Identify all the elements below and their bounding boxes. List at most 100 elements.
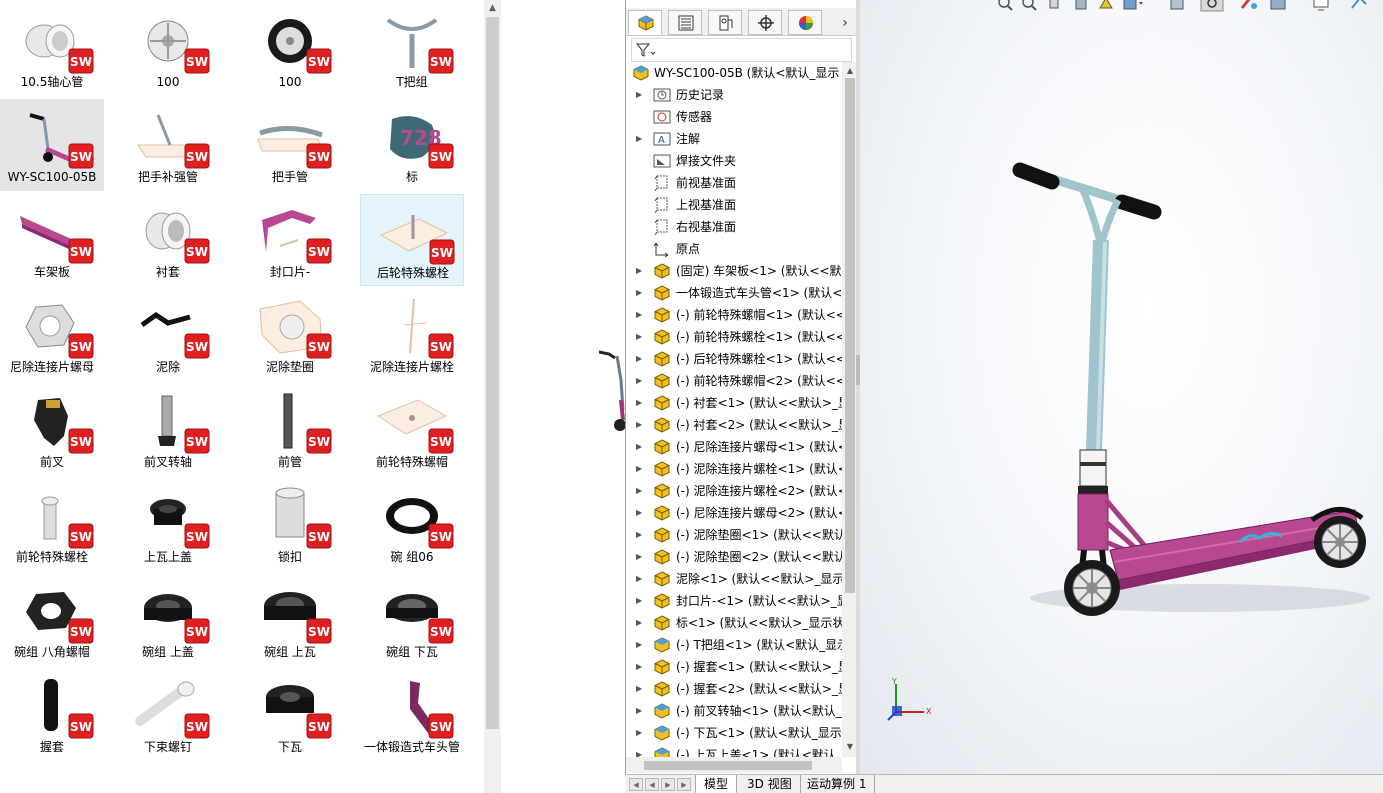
expand-arrow-icon[interactable]: ▶ — [636, 546, 646, 568]
tree-node[interactable]: ▶ (-) 衬套<1> (默认<<默认>_显 — [626, 392, 842, 414]
file-tile[interactable]: SW 封口片- — [238, 194, 342, 286]
scroll-up-icon[interactable]: ▲ — [484, 0, 501, 17]
file-tile[interactable]: SW 把手管 — [238, 99, 342, 191]
tree-node[interactable]: ▶ 历史记录 — [626, 84, 842, 106]
chevron-right-icon[interactable]: › — [836, 14, 854, 32]
previous-view-icon[interactable] — [1049, 0, 1059, 9]
file-tile[interactable]: SW 后轮特殊螺栓 — [360, 194, 464, 286]
expand-arrow-icon[interactable]: ▶ — [636, 304, 646, 326]
file-tile[interactable]: SW 把手补强管 — [116, 99, 220, 191]
file-tile[interactable]: SW 前叉转轴 — [116, 384, 220, 476]
file-tile[interactable]: SW 10.5轴心管 — [0, 4, 104, 96]
right-grip[interactable] — [1114, 194, 1162, 220]
hide-show-items-icon[interactable] — [1200, 0, 1224, 12]
first-tab-icon[interactable]: ◀ — [629, 778, 643, 791]
expand-arrow-icon[interactable]: ▶ — [636, 370, 646, 392]
expand-arrow-icon[interactable]: ▶ — [636, 128, 646, 150]
tree-node[interactable]: 右视基准面 — [626, 216, 842, 238]
file-tile[interactable]: SW 下束螺钉 — [116, 669, 220, 761]
tree-node[interactable]: ▶ 标<1> (默认<<默认>_显示状 — [626, 612, 842, 634]
left-grip[interactable] — [1012, 162, 1060, 190]
tree-node[interactable]: ▶ (-) 后轮特殊螺栓<1> (默认<< — [626, 348, 842, 370]
feature-tree-hscrollbar[interactable] — [626, 757, 842, 773]
file-tile[interactable]: SW 碗组 上瓦 — [238, 574, 342, 666]
next-tab-icon[interactable]: ▶ — [661, 778, 675, 791]
file-tile[interactable]: SW 握套 — [0, 669, 104, 761]
prev-tab-icon[interactable]: ◀ — [645, 778, 659, 791]
expand-arrow-icon[interactable]: ▶ — [636, 612, 646, 634]
view-settings-icon[interactable] — [1313, 0, 1329, 11]
tree-node[interactable]: ▶ (-) 尼除连接片螺母<1> (默认< — [626, 436, 842, 458]
file-tile[interactable]: SW 衬套 — [116, 194, 220, 286]
tree-node[interactable]: ▶ (-) 握套<2> (默认<<默认>_显 — [626, 678, 842, 700]
tree-node[interactable]: ▶ (-) 泥除垫圈<1> (默认<<默认 — [626, 524, 842, 546]
expand-arrow-icon[interactable]: ▶ — [636, 84, 646, 106]
expand-arrow-icon[interactable]: ▶ — [636, 436, 646, 458]
file-tile[interactable]: SW 泥除垫圈 — [238, 289, 342, 381]
file-tile[interactable]: SW 前轮特殊螺栓 — [0, 479, 104, 571]
tab-model[interactable]: 模型 — [695, 775, 738, 793]
tab-configuration-manager[interactable] — [708, 10, 742, 35]
explorer-scrollbar[interactable]: ▲ — [484, 0, 501, 793]
rear-wheel[interactable] — [1314, 516, 1366, 568]
edit-appearance-icon[interactable] — [1240, 0, 1257, 9]
file-tile[interactable]: SW 泥除 — [116, 289, 220, 381]
file-tile[interactable]: SW 碗组 八角螺帽 — [0, 574, 104, 666]
tree-node[interactable]: ▶ (固定) 车架板<1> (默认<<默认 — [626, 260, 842, 282]
section-view-icon[interactable] — [1075, 0, 1087, 10]
expand-arrow-icon[interactable]: ▶ — [636, 744, 646, 757]
tree-node[interactable]: ▶ (-) 前叉转轴<1> (默认<默认_显 — [626, 700, 842, 722]
tree-node[interactable]: ▶ (-) 衬套<2> (默认<<默认>_显 — [626, 414, 842, 436]
tab-dimxpert[interactable] — [748, 10, 782, 35]
head-tube[interactable] — [1077, 493, 1109, 551]
last-tab-icon[interactable]: ▶ — [677, 778, 691, 791]
file-tile[interactable]: SW 前管 — [238, 384, 342, 476]
file-tile[interactable]: SW T把组 — [360, 4, 464, 96]
zoom-area-icon[interactable] — [1022, 0, 1037, 11]
file-tile[interactable]: SW 泥除连接片螺栓 — [360, 289, 464, 381]
file-tile[interactable]: SW 前叉 — [0, 384, 104, 476]
expand-arrow-icon[interactable]: ▶ — [636, 700, 646, 722]
tree-node[interactable]: ▶ (-) 泥除连接片螺栓<2> (默认< — [626, 480, 842, 502]
file-tile[interactable]: SW 100 — [238, 4, 342, 96]
tree-node[interactable]: ▶ (-) 泥除垫圈<2> (默认<<默认 — [626, 546, 842, 568]
tree-node[interactable]: ▶ 泥除<1> (默认<<默认>_显示 — [626, 568, 842, 590]
file-tile[interactable]: SW WY-SC100-05B — [0, 99, 104, 191]
clamp[interactable] — [1079, 449, 1107, 487]
front-wheel[interactable] — [1064, 560, 1120, 616]
tab-display-manager[interactable] — [788, 10, 822, 35]
expand-arrow-icon[interactable]: ▶ — [636, 348, 646, 370]
file-tile[interactable]: SW 100 — [116, 4, 220, 96]
expand-arrow-icon[interactable]: ▶ — [636, 458, 646, 480]
file-tile[interactable]: SW 前轮特殊螺帽 — [360, 384, 464, 476]
tree-node[interactable]: ▶ (-) 握套<1> (默认<<默认>_显 — [626, 656, 842, 678]
tree-node[interactable]: 上视基准面 — [626, 194, 842, 216]
expand-arrow-icon[interactable]: ▶ — [636, 678, 646, 700]
file-tile[interactable]: 728 SW 标 — [360, 99, 464, 191]
tab-feature-manager[interactable] — [628, 10, 662, 35]
expand-arrow-icon[interactable]: ▶ — [636, 282, 646, 304]
expand-arrow-icon[interactable]: ▶ — [636, 392, 646, 414]
tree-node[interactable]: ▶ (-) 泥除连接片螺栓<1> (默认< — [626, 458, 842, 480]
tab-property-manager[interactable] — [668, 10, 702, 35]
scrollbar-thumb[interactable] — [486, 17, 499, 729]
tree-node[interactable]: ▶ 一体锻造式车头管<1> (默认< — [626, 282, 842, 304]
file-tile[interactable]: SW 下瓦 — [238, 669, 342, 761]
tab-3d-view[interactable]: 3D 视图 — [739, 775, 801, 793]
expand-arrow-icon[interactable]: ▶ — [636, 260, 646, 282]
tree-node[interactable]: ▶ 封口片-<1> (默认<<默认>_显 — [626, 590, 842, 612]
file-tile[interactable]: SW 上瓦上盖 — [116, 479, 220, 571]
file-tile[interactable]: SW 锁扣 — [238, 479, 342, 571]
tab-motion-study[interactable]: 运动算例 1 — [799, 775, 876, 793]
view-orientation-icon[interactable] — [1123, 0, 1143, 10]
file-tile[interactable]: SW 尼除连接片螺母 — [0, 289, 104, 381]
tree-node[interactable]: ▶ (-) 前轮特殊螺帽<1> (默认<< — [626, 304, 842, 326]
expand-arrow-icon[interactable]: ▶ — [636, 590, 646, 612]
tree-node[interactable]: ▶ (-) 前轮特殊螺栓<1> (默认<< — [626, 326, 842, 348]
tree-node[interactable]: 焊接文件夹 — [626, 150, 842, 172]
apply-scene-icon[interactable] — [1270, 0, 1286, 10]
graphics-area[interactable]: Y X — [860, 0, 1383, 774]
expand-arrow-icon[interactable]: ▶ — [636, 326, 646, 348]
expand-arrow-icon[interactable]: ▶ — [636, 722, 646, 744]
zoom-to-fit-icon[interactable] — [998, 0, 1013, 11]
